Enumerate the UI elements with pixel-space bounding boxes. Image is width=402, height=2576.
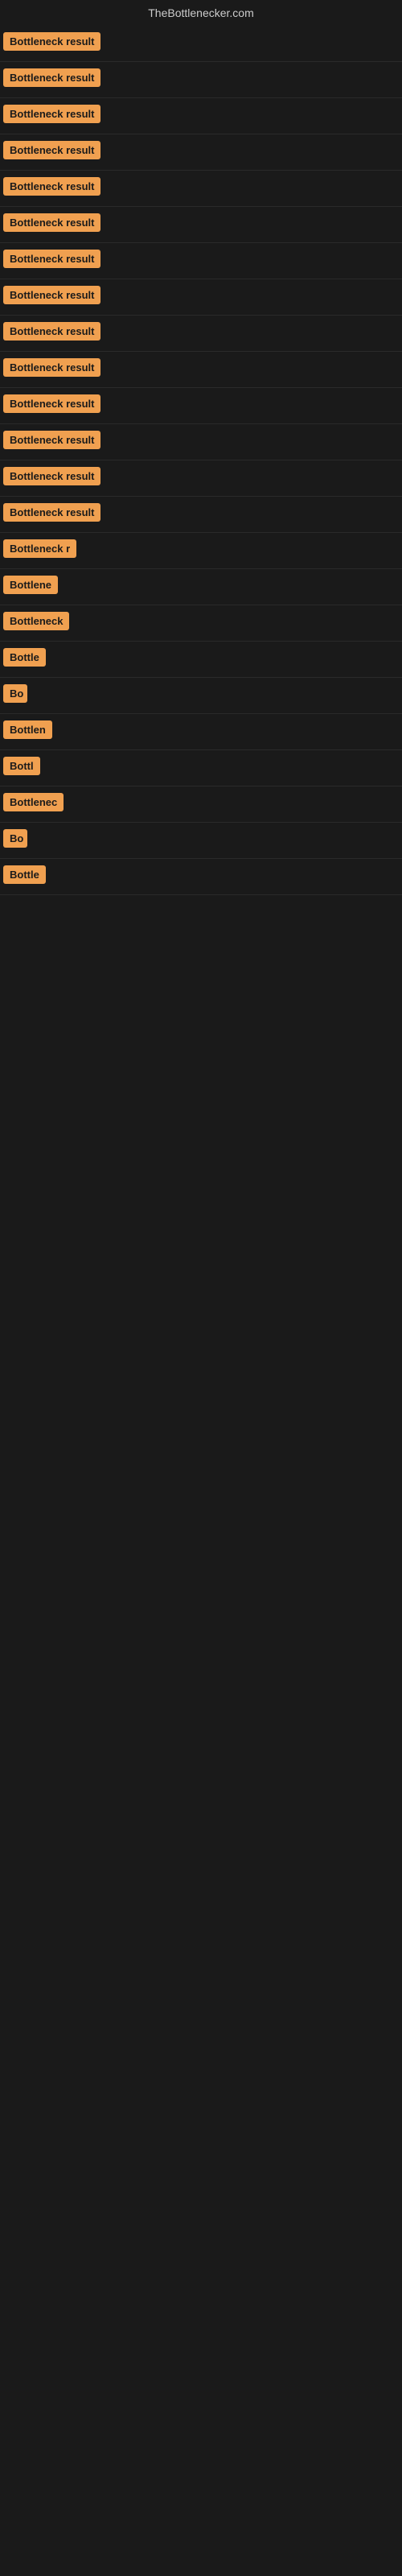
result-row: Bottleneck result bbox=[0, 243, 402, 279]
bottleneck-badge[interactable]: Bottleneck result bbox=[3, 105, 100, 123]
bottleneck-badge[interactable]: Bottle bbox=[3, 648, 46, 667]
bottleneck-badge[interactable]: Bottle bbox=[3, 865, 46, 884]
result-row: Bottle bbox=[0, 642, 402, 678]
bottleneck-badge[interactable]: Bottleneck result bbox=[3, 141, 100, 159]
result-row: Bo bbox=[0, 678, 402, 714]
bottleneck-badge[interactable]: Bottlene bbox=[3, 576, 58, 594]
bottleneck-badge[interactable]: Bottl bbox=[3, 757, 40, 775]
bottleneck-badge[interactable]: Bottleneck result bbox=[3, 213, 100, 232]
result-row: Bottleneck result bbox=[0, 388, 402, 424]
result-row: Bottleneck result bbox=[0, 279, 402, 316]
bottleneck-badge[interactable]: Bottleneck r bbox=[3, 539, 76, 558]
result-row: Bottleneck bbox=[0, 605, 402, 642]
bottleneck-badge[interactable]: Bottleneck result bbox=[3, 358, 100, 377]
result-row: Bottleneck result bbox=[0, 171, 402, 207]
result-row: Bottlen bbox=[0, 714, 402, 750]
bottleneck-badge[interactable]: Bottleneck bbox=[3, 612, 69, 630]
result-row: Bottleneck result bbox=[0, 424, 402, 460]
result-row: Bottleneck result bbox=[0, 460, 402, 497]
result-row: Bottleneck result bbox=[0, 134, 402, 171]
bottleneck-badge[interactable]: Bottleneck result bbox=[3, 322, 100, 341]
result-row: Bottleneck result bbox=[0, 62, 402, 98]
bottleneck-badge[interactable]: Bottleneck result bbox=[3, 503, 100, 522]
bottleneck-badge[interactable]: Bottleneck result bbox=[3, 467, 100, 485]
result-row: Bottlenec bbox=[0, 786, 402, 823]
bottleneck-badge[interactable]: Bottleneck result bbox=[3, 32, 100, 51]
result-row: Bottleneck result bbox=[0, 352, 402, 388]
bottleneck-badge[interactable]: Bottleneck result bbox=[3, 68, 100, 87]
bottleneck-badge[interactable]: Bottleneck result bbox=[3, 431, 100, 449]
site-title: TheBottlenecker.com bbox=[0, 0, 402, 26]
result-row: Bo bbox=[0, 823, 402, 859]
bottleneck-badge[interactable]: Bottleneck result bbox=[3, 250, 100, 268]
bottleneck-badge[interactable]: Bottleneck result bbox=[3, 177, 100, 196]
bottleneck-badge[interactable]: Bottlen bbox=[3, 720, 52, 739]
result-row: Bottleneck result bbox=[0, 98, 402, 134]
bottleneck-badge[interactable]: Bottleneck result bbox=[3, 394, 100, 413]
result-row: Bottleneck r bbox=[0, 533, 402, 569]
result-row: Bottleneck result bbox=[0, 207, 402, 243]
bottleneck-badge[interactable]: Bottleneck result bbox=[3, 286, 100, 304]
result-row: Bottle bbox=[0, 859, 402, 895]
result-row: Bottleneck result bbox=[0, 26, 402, 62]
bottleneck-badge[interactable]: Bottlenec bbox=[3, 793, 64, 811]
result-row: Bottlene bbox=[0, 569, 402, 605]
result-row: Bottl bbox=[0, 750, 402, 786]
result-row: Bottleneck result bbox=[0, 497, 402, 533]
bottleneck-badge[interactable]: Bo bbox=[3, 684, 27, 703]
bottleneck-badge[interactable]: Bo bbox=[3, 829, 27, 848]
result-row: Bottleneck result bbox=[0, 316, 402, 352]
